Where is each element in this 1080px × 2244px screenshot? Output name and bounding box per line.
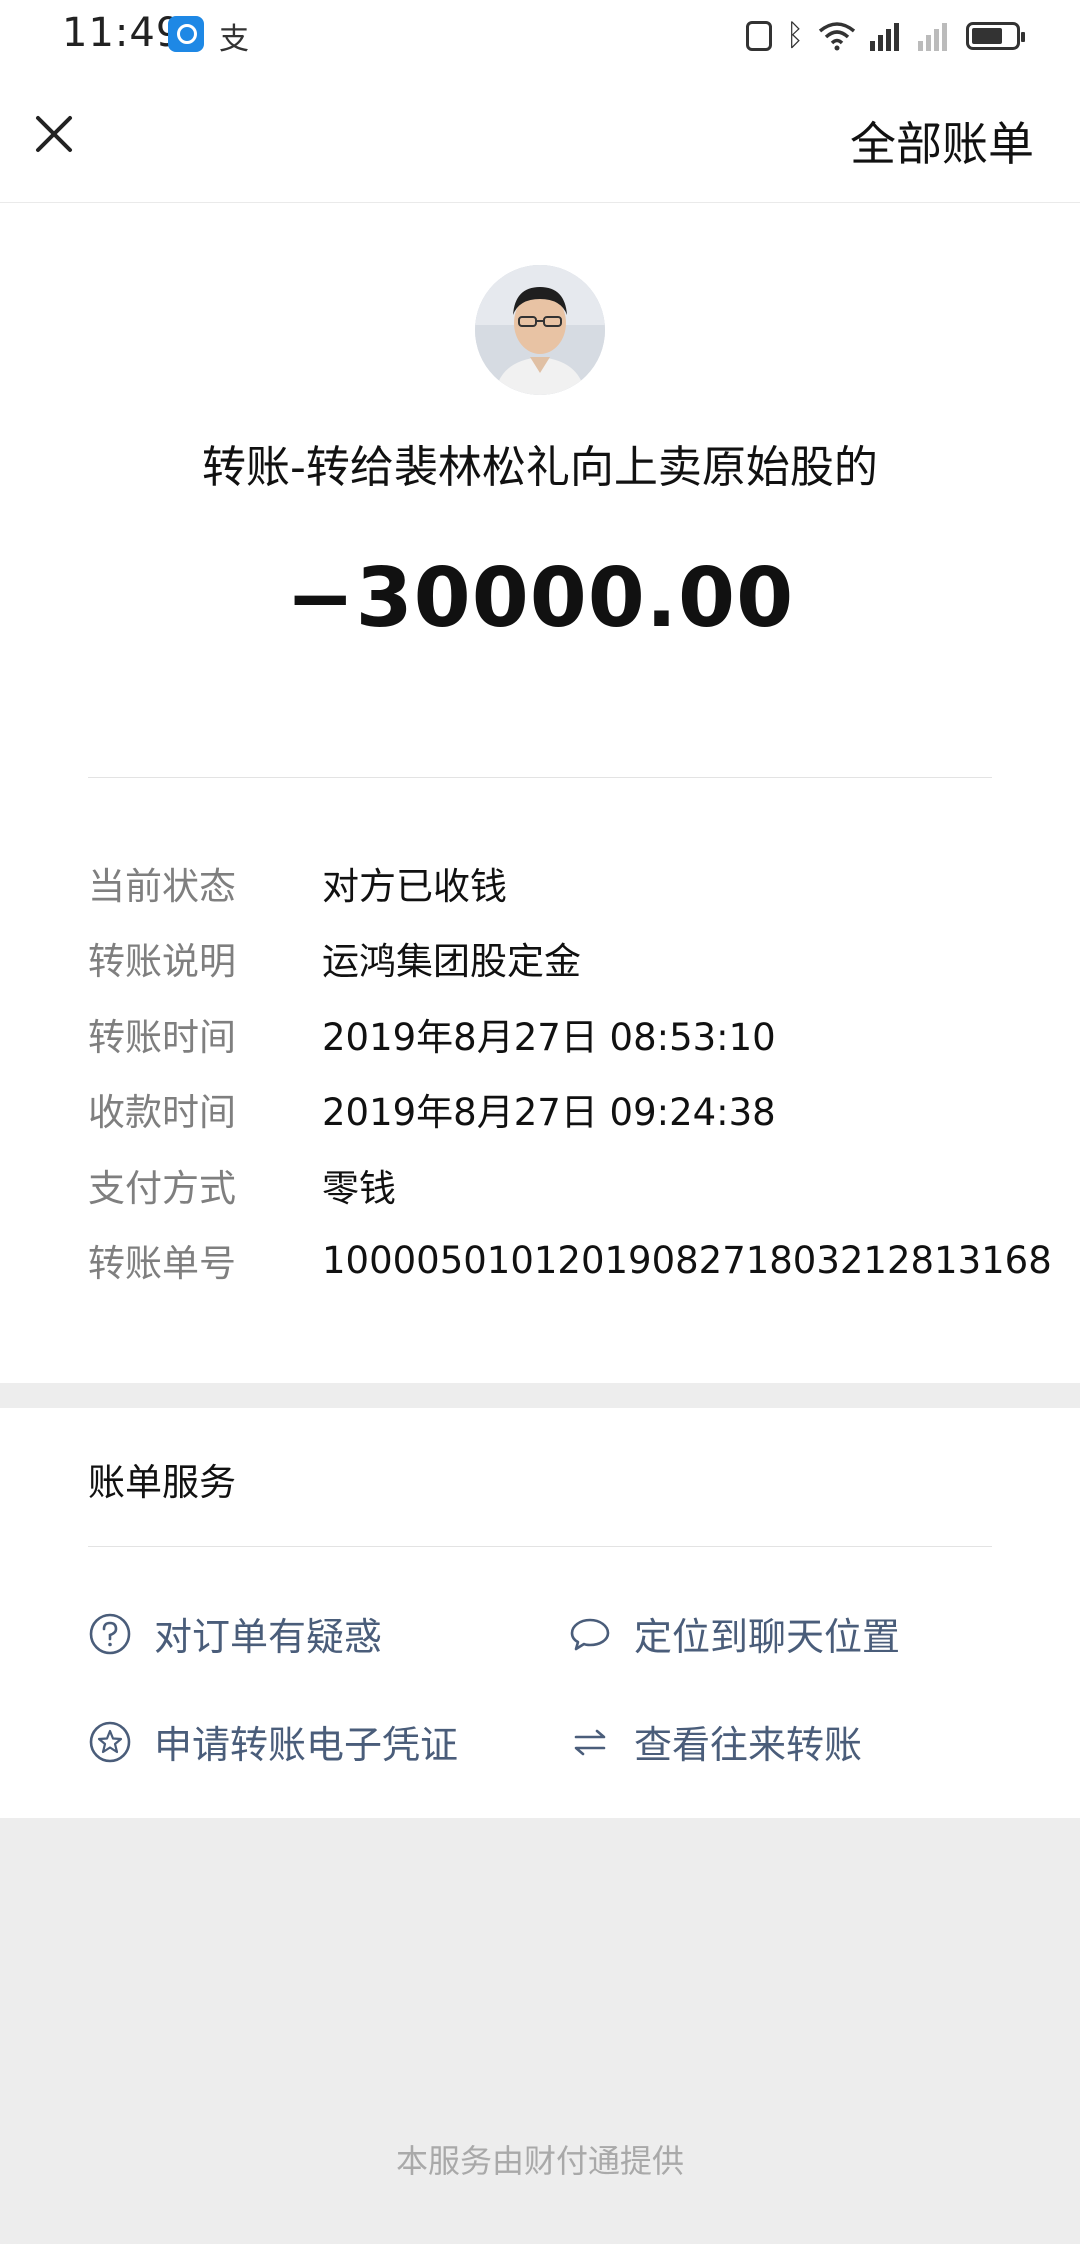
services-title: 账单服务 (88, 1461, 236, 1504)
detail-row-transfer-number: 转账单号 1000050101201908271803212813168 (88, 1223, 1052, 1299)
detail-value: 零钱 (322, 1166, 396, 1210)
detail-row-status: 当前状态 对方已收钱 (88, 845, 1048, 921)
swap-arrows-icon (568, 1720, 612, 1764)
header: 全部账单 (0, 80, 1080, 203)
detail-row-transfer-time: 转账时间 2019年8月27日 08:53:10 (88, 996, 1048, 1072)
services-divider (88, 1546, 992, 1547)
detail-label: 当前状态 (88, 864, 236, 908)
wifi-icon (818, 21, 856, 51)
detail-label: 转账单号 (88, 1242, 236, 1286)
detail-label: 支付方式 (88, 1166, 236, 1210)
detail-label: 收款时间 (88, 1091, 236, 1135)
bill-services-section: 账单服务 对订单有疑惑 定位到聊天位置 申请转账电子凭证 查看往来转账 (0, 1408, 1080, 1818)
detail-value: 对方已收钱 (322, 864, 507, 908)
bluetooth-icon: ᛒ (786, 18, 804, 53)
search-app-icon (168, 16, 204, 52)
avatar (475, 265, 605, 395)
view-transfers-button[interactable]: 查看往来转账 (568, 1714, 862, 1769)
order-question-button[interactable]: 对订单有疑惑 (88, 1606, 382, 1661)
detail-row-receive-time: 收款时间 2019年8月27日 09:24:38 (88, 1072, 1048, 1148)
status-bar: 11:49 支 ᛒ (0, 0, 1080, 80)
close-button[interactable] (28, 108, 80, 160)
pay-app-icon: 支 (219, 22, 249, 57)
detail-row-payment-method: 支付方式 零钱 (88, 1147, 1048, 1223)
chat-bubble-icon (568, 1612, 612, 1656)
signal-weak-icon (918, 21, 952, 51)
detail-value: 1000050101201908271803212813168 (322, 1238, 1052, 1282)
status-time: 11:49 (62, 10, 183, 56)
signal-icon (870, 21, 904, 51)
question-circle-icon (88, 1612, 132, 1656)
transfer-amount: −30000.00 (285, 551, 795, 646)
detail-row-note: 转账说明 运鸿集团股定金 (88, 921, 1048, 997)
detail-value: 运鸿集团股定金 (322, 940, 581, 984)
detail-label: 转账时间 (88, 1015, 236, 1059)
detail-list: 当前状态 对方已收钱 转账说明 运鸿集团股定金 转账时间 2019年8月27日 … (88, 845, 1052, 1299)
service-label: 对订单有疑惑 (154, 1615, 383, 1659)
transfer-title: 转账-转给裴林松礼向上卖原始股的 (202, 442, 878, 493)
footer-note: 本服务由财付通提供 (395, 2142, 684, 2180)
request-voucher-button[interactable]: 申请转账电子凭证 (88, 1714, 458, 1769)
locate-chat-button[interactable]: 定位到聊天位置 (568, 1606, 900, 1661)
transfer-detail-card: 转账-转给裴林松礼向上卖原始股的 −30000.00 当前状态 对方已收钱 转账… (0, 203, 1080, 1383)
nfc-icon (746, 21, 772, 51)
service-label: 申请转账电子凭证 (154, 1723, 459, 1767)
all-bills-link[interactable]: 全部账单 (850, 108, 1034, 174)
detail-value: 2019年8月27日 08:53:10 (322, 1015, 776, 1059)
detail-label: 转账说明 (88, 940, 236, 984)
detail-value: 2019年8月27日 09:24:38 (322, 1091, 776, 1135)
detail-divider (88, 777, 992, 778)
battery-icon (966, 22, 1025, 50)
star-circle-icon (88, 1720, 132, 1764)
service-label: 定位到聊天位置 (634, 1615, 901, 1659)
close-icon (28, 108, 80, 160)
status-icons: ᛒ (746, 18, 1025, 54)
service-label: 查看往来转账 (634, 1723, 863, 1767)
